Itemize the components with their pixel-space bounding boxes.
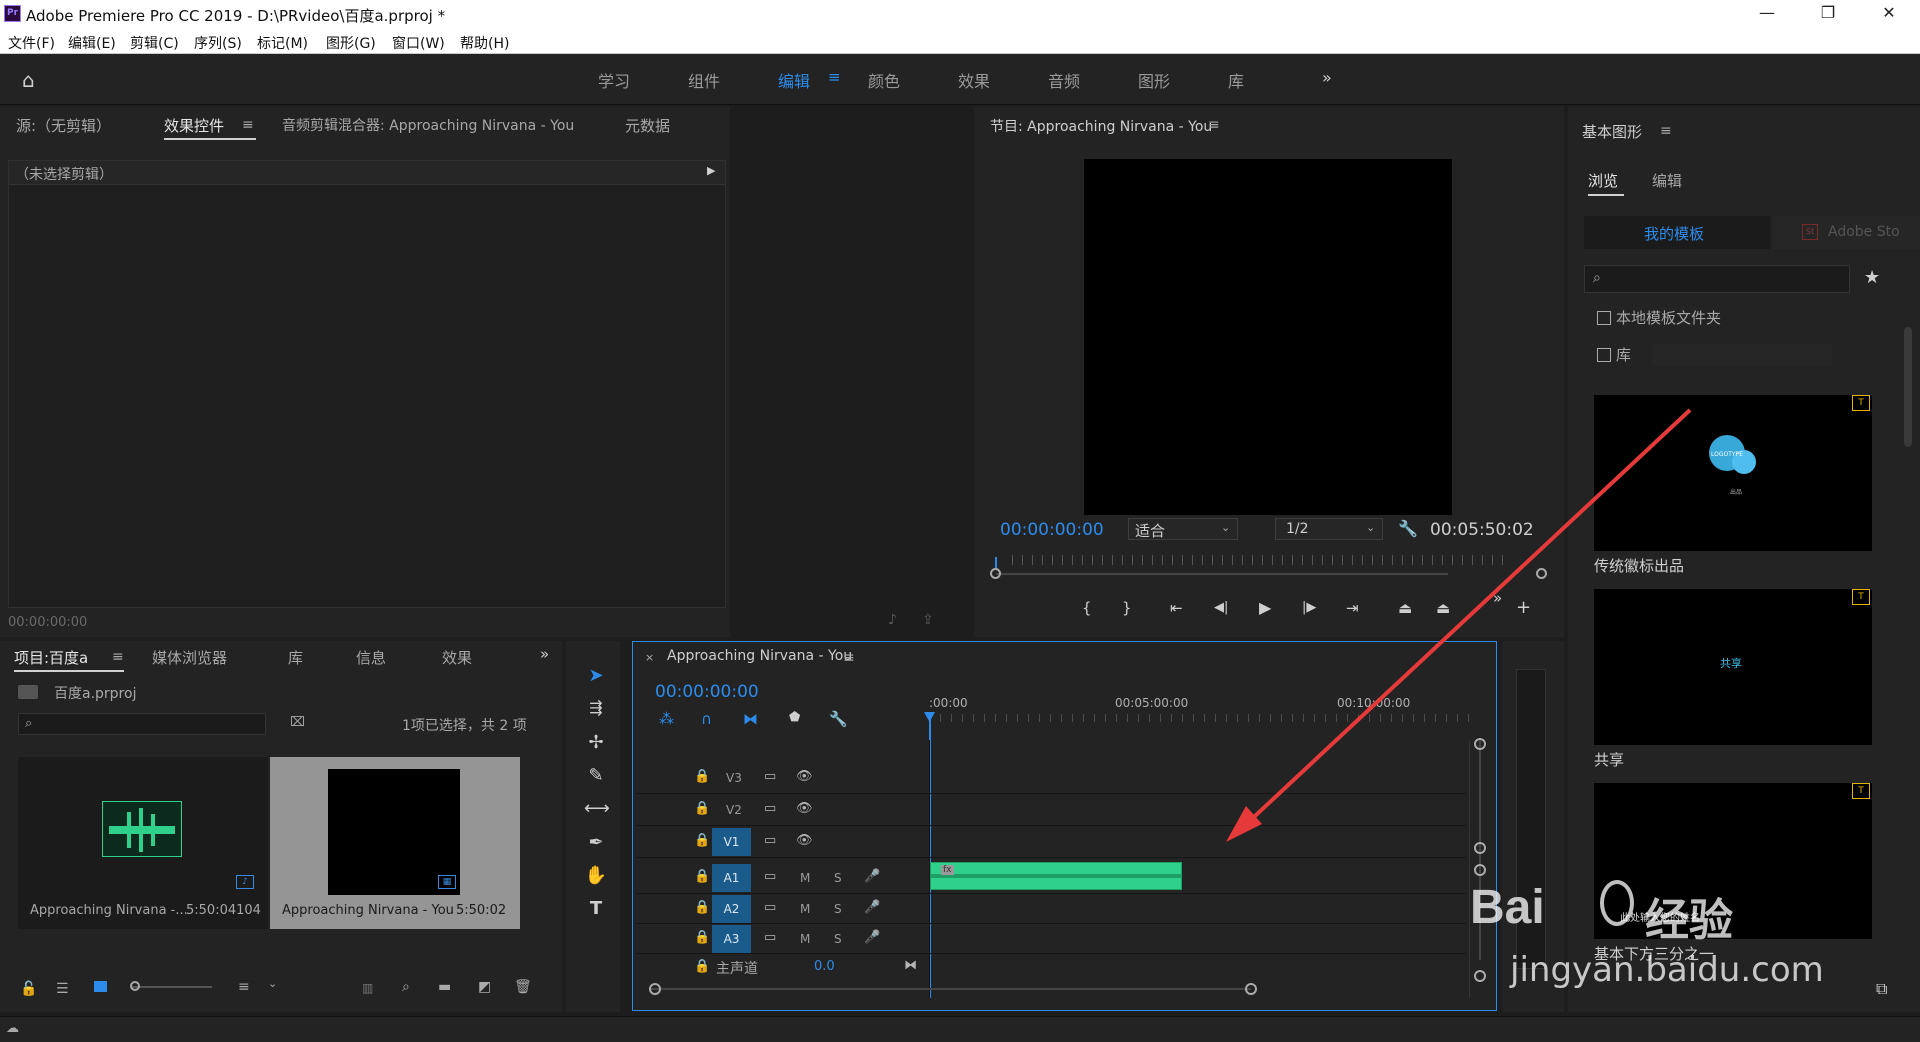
- watermark-paw-icon: [1600, 880, 1634, 926]
- arrow-head: [1226, 806, 1262, 842]
- annotation-arrow: [1226, 408, 1692, 842]
- watermark-logo: Bai: [1470, 881, 1545, 934]
- watermark-url: jingyan.baidu.com: [1510, 950, 1824, 990]
- watermark-text: 经验: [1645, 895, 1733, 946]
- arrow-line: [1238, 408, 1692, 832]
